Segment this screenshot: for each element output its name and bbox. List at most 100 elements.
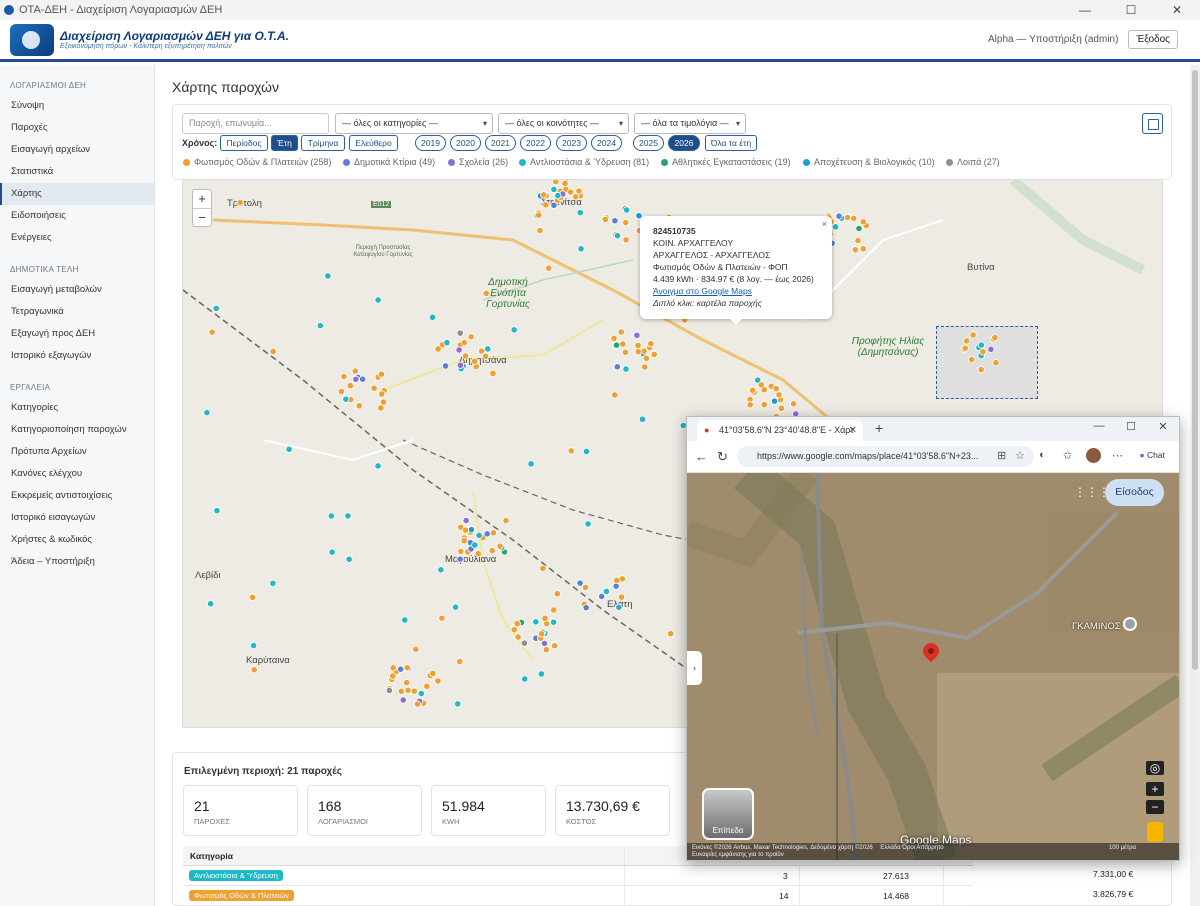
- supply-marker[interactable]: [207, 600, 215, 608]
- supply-marker[interactable]: [615, 603, 623, 611]
- supply-marker[interactable]: [536, 226, 544, 235]
- supply-marker[interactable]: [481, 352, 490, 360]
- supply-marker[interactable]: [462, 516, 470, 525]
- supply-marker[interactable]: [535, 211, 543, 219]
- supply-marker[interactable]: [851, 246, 859, 254]
- supply-marker[interactable]: [567, 447, 575, 455]
- scrollbar-thumb[interactable]: [1192, 70, 1198, 670]
- supply-marker[interactable]: [622, 218, 630, 227]
- supply-marker[interactable]: [566, 188, 575, 196]
- supply-marker[interactable]: [269, 347, 277, 356]
- tab-close-icon[interactable]: ✕: [849, 420, 857, 441]
- period-button-quarters[interactable]: Τρίμηνα: [301, 135, 345, 151]
- supply-marker[interactable]: [404, 686, 412, 694]
- supply-marker[interactable]: [537, 630, 546, 638]
- supply-marker[interactable]: [401, 616, 409, 624]
- supply-marker[interactable]: [429, 669, 437, 677]
- supply-marker[interactable]: [550, 606, 558, 614]
- supply-marker[interactable]: [434, 345, 442, 353]
- supply-marker[interactable]: [991, 334, 999, 342]
- sidebar-item-file-templates[interactable]: Πρότυπα Αρχείων: [0, 441, 154, 463]
- supply-marker[interactable]: [545, 264, 553, 272]
- supply-marker[interactable]: [236, 198, 244, 207]
- supply-marker[interactable]: [502, 516, 510, 525]
- supply-marker[interactable]: [622, 365, 630, 373]
- supply-marker[interactable]: [397, 665, 405, 673]
- supply-marker[interactable]: [399, 696, 407, 704]
- year-button-2026[interactable]: 2026: [668, 135, 700, 151]
- profile-avatar[interactable]: [1086, 448, 1101, 463]
- supply-marker[interactable]: [602, 587, 610, 596]
- supply-marker[interactable]: [345, 555, 353, 563]
- pegman-icon[interactable]: [1147, 822, 1163, 842]
- sidebar-item-notifications[interactable]: Ειδοποιήσεις: [0, 205, 154, 227]
- period-button-period[interactable]: Περίοδος: [220, 135, 268, 151]
- supply-marker[interactable]: [577, 245, 585, 253]
- supply-marker[interactable]: [352, 375, 360, 383]
- supply-marker[interactable]: [968, 356, 976, 364]
- supply-marker[interactable]: [977, 341, 985, 349]
- supply-marker[interactable]: [540, 639, 549, 648]
- supply-marker[interactable]: [337, 387, 345, 396]
- supply-marker[interactable]: [611, 391, 619, 399]
- supply-marker[interactable]: [619, 340, 627, 348]
- supply-marker[interactable]: [859, 245, 867, 253]
- year-button-2025[interactable]: 2025: [633, 135, 664, 151]
- supply-marker[interactable]: [647, 340, 655, 348]
- favorite-icon[interactable]: ☆: [1015, 449, 1025, 462]
- table-row[interactable]: Αντλιοστάσια & Ύδρευση 3 27.613: [183, 866, 973, 886]
- sidebar-item-license[interactable]: Άδεια – Υποστήριξη: [0, 551, 154, 573]
- supply-marker[interactable]: [576, 579, 584, 587]
- supply-marker[interactable]: [550, 642, 559, 650]
- supply-marker[interactable]: [532, 618, 540, 626]
- supply-marker[interactable]: [622, 236, 630, 244]
- supply-marker[interactable]: [379, 398, 388, 406]
- supply-marker[interactable]: [461, 526, 470, 534]
- supply-marker[interactable]: [460, 537, 468, 545]
- browser-maximize-button[interactable]: ☐: [1115, 420, 1147, 433]
- sidebar-item-export-history[interactable]: Ιστορικό εξαγωγών: [0, 345, 154, 367]
- supply-marker[interactable]: [572, 193, 580, 201]
- period-button-years[interactable]: Έτη: [271, 135, 298, 151]
- supply-marker[interactable]: [474, 550, 482, 558]
- supply-marker[interactable]: [963, 337, 971, 345]
- supply-marker[interactable]: [410, 687, 418, 695]
- legend-item-buildings[interactable]: Δημοτικά Κτίρια (49): [343, 157, 435, 167]
- supply-marker[interactable]: [746, 401, 754, 409]
- supply-marker[interactable]: [561, 180, 569, 188]
- supply-marker[interactable]: [441, 362, 450, 370]
- sidebar-item-pending[interactable]: Εκκρεμείς αντιστοιχίσεις: [0, 485, 154, 507]
- sidebar-item-import-changes[interactable]: Εισαγωγή μεταβολών: [0, 279, 154, 301]
- supply-marker[interactable]: [582, 447, 591, 456]
- url-field[interactable]: https://www.google.com/maps/place/41°03'…: [737, 446, 1034, 467]
- supply-marker[interactable]: [456, 329, 464, 337]
- attribution-links[interactable]: Ελλάδα Όροι Απόρρητο: [880, 845, 943, 851]
- supply-marker[interactable]: [340, 372, 348, 381]
- supply-marker[interactable]: [610, 334, 618, 343]
- supply-marker[interactable]: [460, 338, 468, 347]
- supply-marker[interactable]: [461, 352, 470, 360]
- supply-marker[interactable]: [850, 214, 858, 223]
- supply-marker[interactable]: [540, 191, 548, 199]
- popup-google-maps-link[interactable]: Άνοιγμα στο Google Maps: [653, 285, 819, 297]
- supply-marker[interactable]: [324, 272, 332, 280]
- supply-marker[interactable]: [248, 593, 257, 601]
- popup-close-icon[interactable]: ×: [822, 218, 827, 230]
- my-location-icon[interactable]: ◎: [1146, 761, 1164, 775]
- supply-marker[interactable]: [641, 363, 649, 371]
- sidebar-item-export[interactable]: Εξαγωγή προς ΔΕΗ: [0, 323, 154, 345]
- invoice-select[interactable]: — όλα τα τιμολόγια — ▾: [634, 113, 746, 134]
- supply-marker[interactable]: [634, 348, 642, 356]
- supply-marker[interactable]: [992, 359, 1000, 367]
- supply-marker[interactable]: [213, 507, 221, 515]
- map-place-label[interactable]: ΓΚΑΜΙΝΟΣ: [1072, 621, 1121, 632]
- supply-marker[interactable]: [575, 187, 583, 195]
- supply-marker[interactable]: [582, 604, 590, 612]
- supply-marker[interactable]: [351, 367, 359, 375]
- browser-tab[interactable]: ● 41°03'58.6"N 23°40'48.8"E - Χάρτ ✕: [697, 420, 863, 441]
- supply-marker[interactable]: [554, 191, 562, 200]
- year-button-2022[interactable]: 2022: [520, 135, 551, 151]
- supply-marker[interactable]: [552, 180, 560, 186]
- supply-marker[interactable]: [378, 390, 386, 398]
- supply-marker[interactable]: [612, 582, 620, 590]
